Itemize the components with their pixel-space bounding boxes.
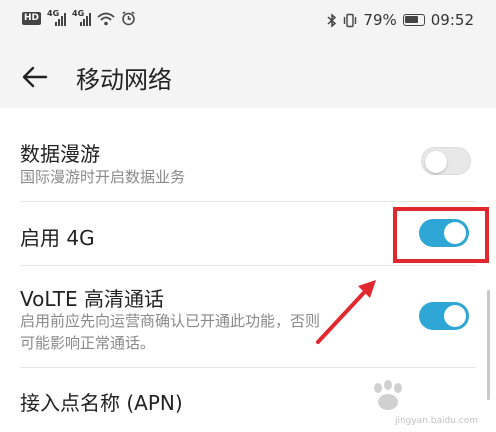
setting-title: 接入点名称 (APN) bbox=[20, 391, 183, 415]
alarm-icon bbox=[122, 11, 135, 26]
signal-sim1-icon: 4G bbox=[47, 8, 67, 26]
watermark-text: jingyan.baidu.com bbox=[394, 416, 478, 426]
battery-percent: 79% bbox=[363, 11, 397, 29]
setting-subtitle-line1: 启用前应先向运营商确认已开通此功能，否则 bbox=[20, 312, 321, 330]
scrollbar[interactable] bbox=[487, 290, 490, 400]
battery-icon bbox=[402, 14, 425, 26]
status-bar: HD 4G 4G 79% 09:52 bbox=[0, 0, 496, 44]
annotation-highlight-box bbox=[393, 207, 489, 263]
setting-row-volte[interactable]: VoLTE 高清通话 启用前应先向运营商确认已开通此功能，否则 可能影响正常通话… bbox=[0, 266, 496, 366]
status-time: 09:52 bbox=[430, 11, 474, 29]
screen: HD 4G 4G 79% 09:52 移动网络 数据漫游 国际漫游时开启数据业务… bbox=[0, 0, 496, 432]
toggle-knob bbox=[425, 151, 447, 173]
sim1-network-label: 4G bbox=[47, 8, 60, 18]
setting-row-data-roaming[interactable]: 数据漫游 国际漫游时开启数据业务 bbox=[0, 130, 496, 200]
wifi-icon bbox=[97, 12, 115, 25]
setting-subtitle-line2: 可能影响正常通话。 bbox=[20, 334, 156, 352]
status-bar-right: 79% 09:52 bbox=[327, 11, 474, 29]
status-bar-left: HD 4G 4G bbox=[22, 8, 136, 26]
bluetooth-icon bbox=[327, 12, 337, 28]
arrow-left-icon[interactable] bbox=[18, 60, 52, 94]
hd-badge: HD bbox=[22, 12, 42, 25]
setting-subtitle: 国际漫游时开启数据业务 bbox=[20, 168, 186, 186]
data-roaming-toggle[interactable] bbox=[421, 147, 471, 175]
volte-toggle[interactable] bbox=[419, 302, 469, 330]
setting-title: VoLTE 高清通话 bbox=[20, 287, 164, 311]
toggle-knob bbox=[444, 305, 466, 327]
signal-sim2-icon: 4G bbox=[72, 8, 92, 26]
sim2-network-label: 4G bbox=[72, 8, 85, 18]
page-title: 移动网络 bbox=[76, 66, 172, 94]
setting-title: 启用 4G bbox=[20, 226, 95, 250]
watermark: jingyan.baidu.com bbox=[358, 380, 478, 426]
baidu-paw-icon bbox=[374, 380, 402, 410]
app-header: 移动网络 bbox=[0, 44, 496, 108]
vibrate-icon bbox=[344, 13, 357, 27]
setting-title: 数据漫游 bbox=[20, 142, 100, 166]
annotation-arrow-icon bbox=[316, 280, 376, 344]
